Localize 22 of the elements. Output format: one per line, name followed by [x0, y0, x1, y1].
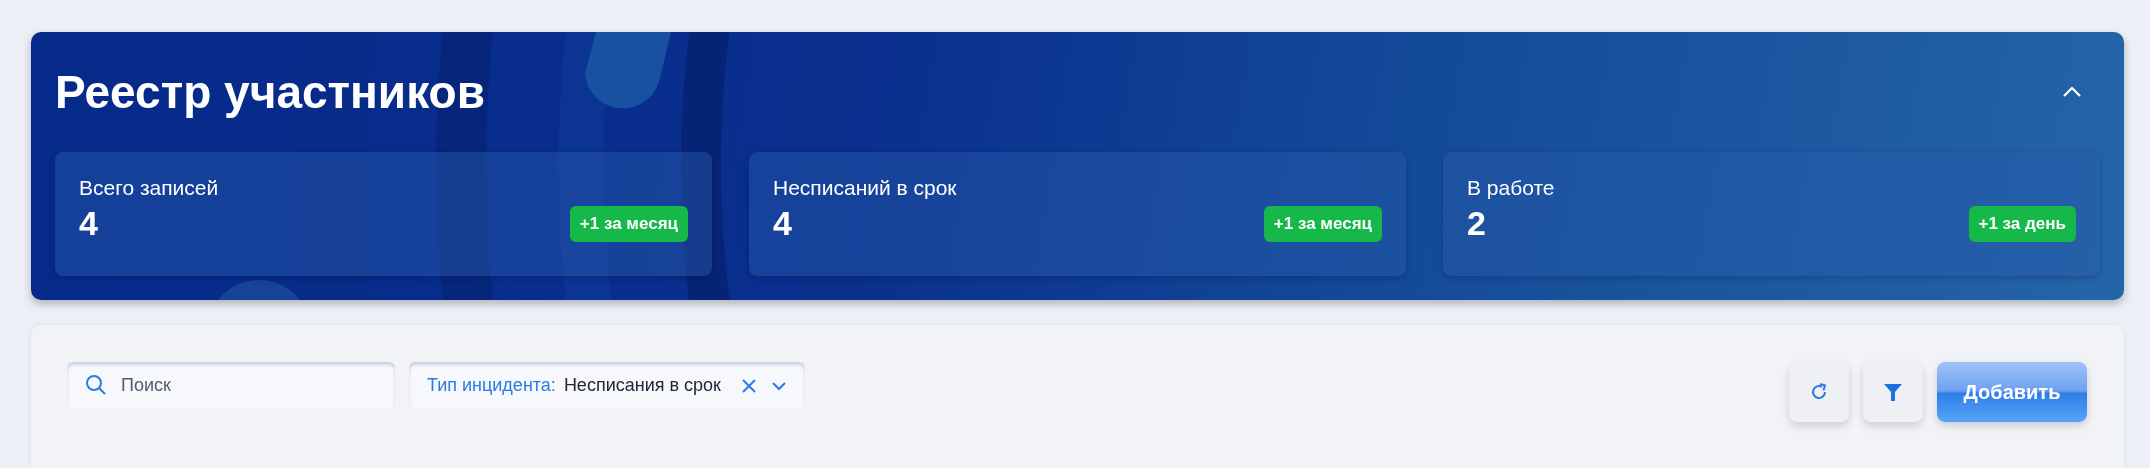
- change-badge: +1 за день: [1968, 205, 2076, 242]
- filter-value: Несписания в срок: [563, 375, 721, 396]
- chevron-down-icon[interactable]: [770, 380, 787, 391]
- filter-icon: [1883, 382, 1903, 402]
- refresh-icon: [1809, 382, 1829, 402]
- change-badge: +1 за месяц: [1263, 205, 1382, 242]
- add-button[interactable]: Добавить: [1937, 362, 2087, 422]
- page-title: Реестр участников: [55, 65, 485, 119]
- refresh-button[interactable]: [1789, 362, 1849, 422]
- change-badge: +1 за месяц: [569, 205, 688, 242]
- close-icon[interactable]: [740, 377, 757, 394]
- stat-value: 4: [79, 204, 98, 243]
- stat-label: В работе: [1467, 176, 1556, 200]
- stat-value: 2: [1467, 204, 1486, 243]
- stat-label: Несписаний в срок: [773, 176, 958, 200]
- search-icon: [85, 374, 107, 396]
- filter-button[interactable]: [1863, 362, 1923, 422]
- filter-chip[interactable]: Тип инцидента: Несписания в срок: [409, 362, 805, 409]
- search-field[interactable]: Поиск: [67, 362, 395, 409]
- stat-label: Всего записей: [79, 176, 220, 200]
- filter-label: Тип инцидента:: [427, 375, 556, 396]
- stat-value: 4: [773, 204, 792, 243]
